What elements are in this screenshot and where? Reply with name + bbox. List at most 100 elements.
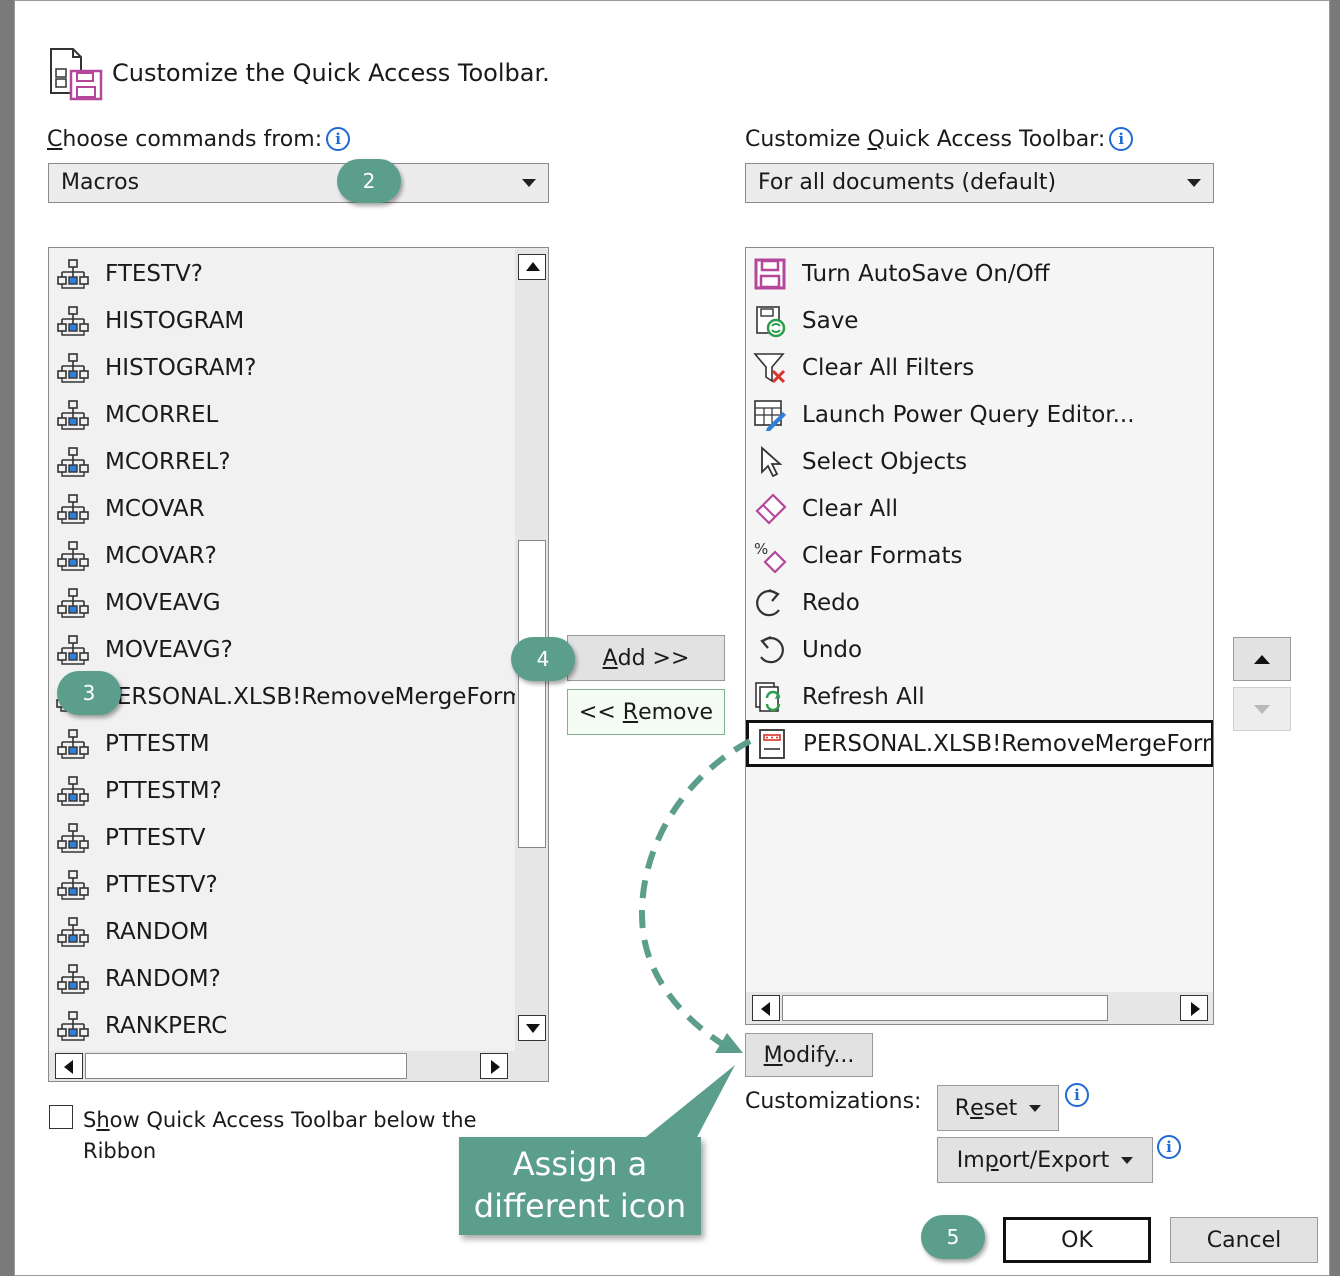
list-item[interactable]: Clear All Filters [746, 344, 1213, 391]
list-item[interactable]: RANDOM [49, 908, 515, 955]
qat-scope-dropdown[interactable]: For all documents (default) [745, 163, 1214, 203]
step-callout-2: 2 [337, 159, 401, 203]
list-item[interactable]: PTTESTV? [49, 861, 515, 908]
horizontal-scrollbar[interactable] [746, 992, 1213, 1024]
list-item[interactable]: Select Objects [746, 438, 1213, 485]
list-item[interactable]: % Clear Formats [746, 532, 1213, 579]
commands-list[interactable]: FTESTV? HISTOGRAM HISTOGRAM? MCORREL MCORREL… [48, 247, 549, 1082]
list-item[interactable]: Launch Power Query Editor... [746, 391, 1213, 438]
macro-icon [55, 633, 91, 667]
list-item[interactable]: Redo [746, 579, 1213, 626]
hscroll-thumb[interactable] [85, 1053, 407, 1079]
reset-button[interactable]: Re set [937, 1085, 1059, 1131]
macro-icon [55, 398, 91, 432]
scroll-left-button[interactable] [55, 1053, 83, 1079]
arrow-up-icon [526, 262, 540, 271]
list-item-label: RANDOM [105, 918, 209, 945]
list-item-label: MOVEAVG [105, 589, 221, 616]
list-item[interactable]: MCORREL [49, 391, 515, 438]
list-item[interactable]: Save [746, 297, 1213, 344]
list-item-label: RANKPERC [105, 1012, 228, 1039]
step-callout-4: 4 [511, 637, 575, 681]
list-item-label: Save [802, 307, 859, 334]
arrow-down-icon [1254, 704, 1270, 714]
list-item[interactable]: PTTESTV [49, 814, 515, 861]
list-item[interactable]: PTTESTM [49, 720, 515, 767]
clear-formats-icon: % [752, 539, 788, 573]
macro-icon [55, 774, 91, 808]
list-item-label: MOVEAVG? [105, 636, 233, 663]
info-icon[interactable]: i [1109, 127, 1134, 151]
customizations-label: Customizations: [745, 1089, 922, 1114]
list-item-label: FTESTV? [105, 260, 203, 287]
dashed-arrow-annotation [639, 738, 752, 1053]
list-item[interactable]: MCOVAR? [49, 532, 515, 579]
macro-icon [55, 962, 91, 996]
macro-icon [55, 586, 91, 620]
choose-commands-dropdown[interactable]: Macros [48, 163, 549, 203]
cancel-button[interactable]: Cancel [1170, 1217, 1318, 1263]
customize-toolbar-icon [50, 48, 103, 101]
macro-icon [55, 492, 91, 526]
list-item-label: PTTESTM? [105, 777, 222, 804]
arrow-down-icon [526, 1024, 540, 1033]
list-item[interactable]: HISTOGRAM [49, 297, 515, 344]
scroll-right-button[interactable] [1180, 995, 1208, 1021]
list-item[interactable]: MOVEAVG? [49, 626, 515, 673]
list-item[interactable]: FTESTV? [49, 250, 515, 297]
scroll-thumb[interactable] [518, 540, 546, 848]
arrow-left-icon [64, 1060, 73, 1074]
list-item[interactable]: Refresh All [746, 673, 1213, 720]
move-up-button[interactable] [1233, 637, 1291, 681]
list-item[interactable]: PTTESTM? [49, 767, 515, 814]
list-item[interactable]: MCORREL? [49, 438, 515, 485]
assign-icon-callout: Assign a different icon [459, 1137, 701, 1235]
list-item-label: RANDOM? [105, 965, 221, 992]
list-item-label: Clear Formats [802, 542, 963, 569]
list-item[interactable]: Turn AutoSave On/Off [746, 250, 1213, 297]
scroll-down-button[interactable] [518, 1015, 546, 1041]
ok-button[interactable]: OK [1003, 1217, 1151, 1263]
list-item[interactable]: MCOVAR [49, 485, 515, 532]
hscroll-thumb[interactable] [782, 995, 1108, 1021]
macro-icon [55, 868, 91, 902]
list-item-label: Clear All [802, 495, 898, 522]
list-item[interactable]: RANDOM? [49, 955, 515, 1002]
list-item-label: Clear All Filters [802, 354, 975, 381]
dropdown-value: For all documents (default) [758, 170, 1057, 195]
add-button[interactable]: Add >> [567, 635, 725, 681]
list-item-label: PTTESTM [105, 730, 210, 757]
list-item-label: MCORREL? [105, 448, 231, 475]
list-item[interactable]: MOVEAVG [49, 579, 515, 626]
list-item-label: PERSONAL.XLSB!RemoveMergeFormat [103, 683, 548, 710]
info-icon[interactable]: i [1157, 1135, 1181, 1159]
macro-icon [55, 1009, 91, 1043]
list-item-label: Refresh All [802, 683, 925, 710]
list-item-label: Select Objects [802, 448, 968, 475]
list-item[interactable]: Clear All [746, 485, 1213, 532]
step-callout-5: 5 [921, 1215, 985, 1259]
macro-icon [55, 257, 91, 291]
list-item[interactable]: Undo [746, 626, 1213, 673]
move-down-button[interactable] [1233, 687, 1291, 731]
scroll-up-button[interactable] [518, 254, 546, 280]
reset-info: i [1061, 1083, 1089, 1108]
info-icon[interactable]: i [326, 127, 351, 151]
save-icon [752, 304, 788, 338]
eraser-icon [752, 492, 788, 526]
list-item-label: MCORREL [105, 401, 219, 428]
macro-icon [55, 539, 91, 573]
info-icon[interactable]: i [1065, 1083, 1089, 1107]
show-below-ribbon-checkbox[interactable] [49, 1105, 73, 1129]
list-item[interactable]: PERSONAL.XLSB!RemoveMergeFormat [746, 720, 1213, 767]
clear-filter-icon [752, 351, 788, 385]
chevron-down-icon [1029, 1104, 1042, 1112]
step-callout-3: 3 [57, 671, 121, 715]
list-item[interactable]: HISTOGRAM? [49, 344, 515, 391]
list-item[interactable]: RANKPERC [49, 1002, 515, 1049]
chevron-down-icon [522, 179, 536, 187]
import-export-button[interactable]: Im p ort/Export [937, 1137, 1153, 1183]
list-item-label: Turn AutoSave On/Off [802, 260, 1050, 287]
toolbar-commands-list[interactable]: Turn AutoSave On/Off Save Clear All Filter… [745, 247, 1214, 1025]
undo-icon [752, 633, 788, 667]
